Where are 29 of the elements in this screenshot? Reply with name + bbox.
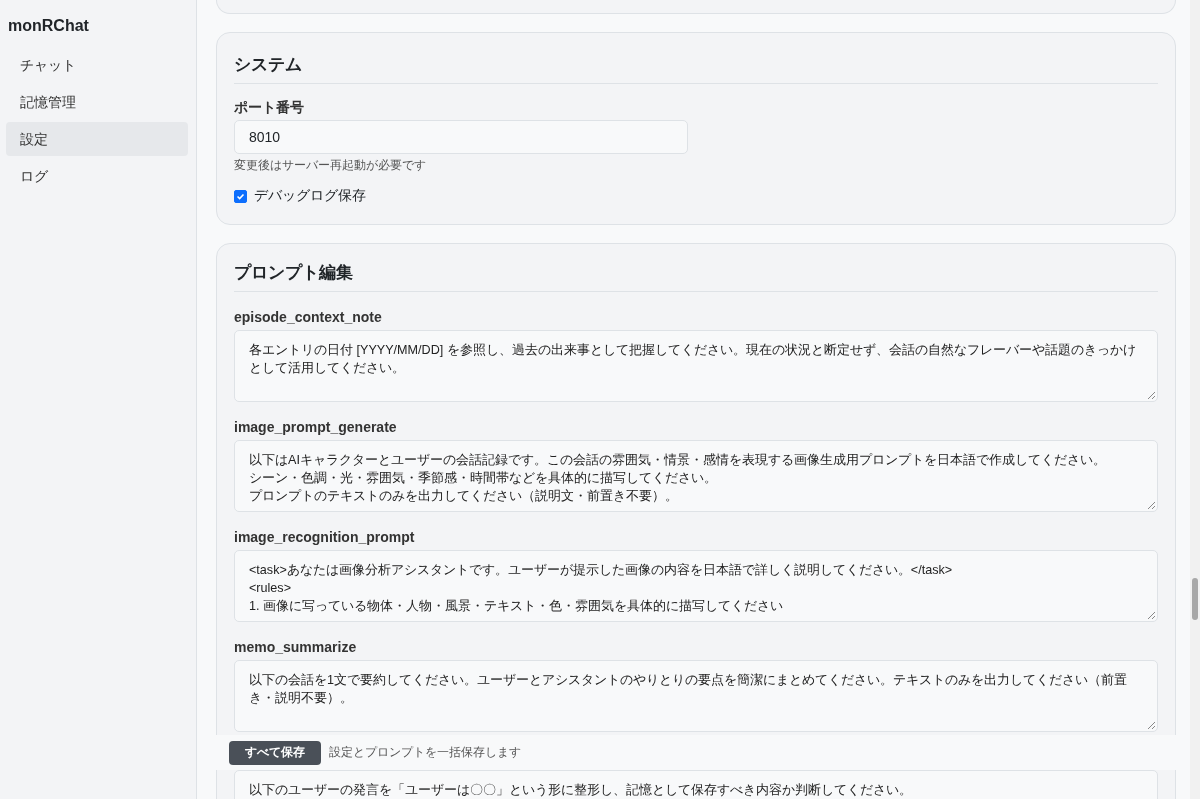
field-label: ポート番号 [234, 98, 305, 116]
field-label: episode_context_note [234, 308, 383, 326]
scrollbar[interactable] [1190, 0, 1200, 799]
nav-item[interactable]: 記憶管理 [6, 85, 188, 119]
prompt-textarea[interactable]: <task>あなたは画像分析アシスタントです。ユーザーが提示した画像の内容を日本語で詳しく説明してください。</task> <rules> 1. 画像に写っている物体・人物・風景・テキスト・色・雰囲気を具体的に描写してください [234, 550, 1158, 622]
prompt-textarea[interactable]: 以下はAIキャラクターとユーザーの会話記録です。この会話の雰囲気・情景・感情を表現する画像生成用プロンプトを日本語で作成してください。 シーン・色調・光・雰囲気・季節感・時間帯などを具体的に描写してください。 プロンプトのテキストのみを出力してください（説明文・前置き不要）。 [234, 440, 1158, 512]
section-heading: システム [234, 52, 1158, 84]
checkbox-label[interactable]: デバッグログ保存 [254, 187, 366, 205]
field-hint: 変更後はサーバー再起動が必要です [234, 158, 427, 172]
resize-grip-icon[interactable] [1148, 722, 1155, 729]
nav-item[interactable]: ログ [6, 159, 188, 193]
prompt-textarea[interactable]: 以下の会話を1文で要約してください。ユーザーとアシスタントのやりとりの要点を簡潔にまとめてください。テキストのみを出力してください（前置き・説明不要）。 [234, 660, 1158, 732]
scrollbar-thumb[interactable] [1192, 578, 1198, 620]
save-hint: 設定とプロンプトを一括保存します [329, 744, 521, 761]
prompt-textarea[interactable]: 各エントリの日付 [YYYY/MM/DD] を参照し、過去の出来事として把握してください。現在の状況と断定せず、会話の自然なフレーバーや話題のきっかけとして活用してください。 [234, 330, 1158, 402]
resize-grip-icon[interactable] [1148, 502, 1155, 509]
prompt-textarea[interactable]: 以下のユーザーの発言を「ユーザーは〇〇」という形に整形し、記憶として保存すべき内容か判断してください。 [234, 770, 1158, 799]
port-input[interactable]: 8010 [234, 120, 688, 154]
field-label: image_recognition_prompt [234, 528, 416, 546]
field-label: memo_summarize [234, 638, 358, 656]
checkbox[interactable] [234, 189, 247, 203]
app-title: monRChat [7, 16, 90, 35]
resize-grip-icon[interactable] [1148, 392, 1155, 399]
resize-grip-icon[interactable] [1148, 612, 1155, 619]
field-label: image_prompt_generate [234, 418, 398, 436]
nav-item[interactable]: 設定 [6, 122, 188, 156]
save-all-button[interactable]: すべて保存 [229, 740, 321, 765]
nav-item[interactable]: チャット [6, 48, 188, 82]
section-heading: プロンプト編集 [234, 260, 1158, 292]
